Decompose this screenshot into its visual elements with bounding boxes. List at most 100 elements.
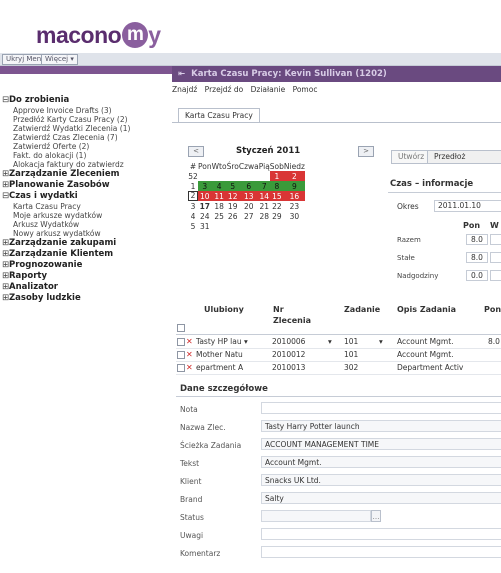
- nav-section-todo[interactable]: ⊟Do zrobienia: [2, 95, 172, 106]
- calendar-day[interactable]: 22: [270, 201, 284, 211]
- note-field[interactable]: [261, 402, 501, 414]
- nav-section[interactable]: ⊞Planowanie Zasobów: [2, 180, 172, 191]
- calendar-day[interactable]: 12: [226, 191, 239, 201]
- menu-help[interactable]: Pomoc: [293, 85, 318, 94]
- nav-section[interactable]: ⊞Zasoby ludzkie: [2, 293, 172, 304]
- calendar-prev-button[interactable]: <: [188, 146, 204, 157]
- tab-timesheet[interactable]: Karta Czasu Pracy: [178, 108, 260, 123]
- nav-section[interactable]: ⊞Raporty: [2, 271, 172, 282]
- nav-item[interactable]: Approve Invoice Drafts (3): [2, 106, 172, 115]
- calendar-day[interactable]: 5: [226, 181, 239, 191]
- row-checkbox[interactable]: [177, 351, 185, 359]
- remarks-field[interactable]: [261, 528, 501, 540]
- more-button[interactable]: Więcej ▾: [41, 54, 78, 65]
- table-row[interactable]: ✕ Tasty HP lau ▾ 2010006 ▾ 101 ▾ Account…: [176, 336, 501, 349]
- collapse-arrow-icon[interactable]: ⇤: [178, 69, 185, 79]
- task-number[interactable]: 302: [344, 362, 384, 374]
- create-button[interactable]: Utwórz: [391, 150, 432, 164]
- calendar-day[interactable]: 11: [211, 191, 227, 201]
- calendar-day[interactable]: 21: [259, 201, 270, 211]
- row-checkbox[interactable]: [177, 364, 185, 372]
- menu-find[interactable]: Znajdź: [172, 85, 197, 94]
- calendar-day[interactable]: 10: [198, 191, 212, 201]
- calendar-day[interactable]: 8: [269, 181, 284, 191]
- chevron-down-icon[interactable]: ▾: [379, 336, 389, 348]
- col-task-description[interactable]: Opis Zadania: [397, 304, 456, 315]
- favorite-dropdown[interactable]: epartment A: [196, 362, 268, 374]
- job-number[interactable]: 2010012: [272, 349, 332, 361]
- submit-button[interactable]: Przedłoż: [427, 150, 501, 164]
- nav-item[interactable]: Przedłóż Karty Czasu Pracy (2): [2, 115, 172, 124]
- menu-goto[interactable]: Przejdź do: [205, 85, 244, 94]
- calendar-day[interactable]: 19: [227, 201, 239, 211]
- chevron-down-icon[interactable]: ▾: [328, 336, 338, 348]
- table-row[interactable]: ✕ epartment A 2010013 302 Department Act…: [176, 362, 501, 375]
- nav-item[interactable]: Karta Czasu Pracy: [2, 202, 172, 211]
- nav-item[interactable]: Alokacja faktury do zatwierdz: [2, 160, 172, 169]
- calendar-day[interactable]: 26: [227, 211, 239, 221]
- menu-action[interactable]: Działanie: [251, 85, 286, 94]
- calendar-day[interactable]: 28: [259, 211, 270, 221]
- nav-section[interactable]: ⊞Prognozowanie: [2, 260, 172, 271]
- calendar-day[interactable]: 13: [238, 191, 259, 201]
- favorite-dropdown[interactable]: Tasty HP lau ▾: [196, 336, 268, 348]
- calendar-day[interactable]: 27: [239, 211, 259, 221]
- delete-row-icon[interactable]: ✕: [186, 349, 193, 361]
- calendar-day[interactable]: 25: [212, 211, 227, 221]
- col-favorite[interactable]: Ulubiony: [204, 304, 244, 315]
- nav-section-time[interactable]: ⊟Czas i wydatki: [2, 191, 172, 202]
- calendar-day[interactable]: 9: [283, 181, 305, 191]
- nav-section[interactable]: ⊞Analizator: [2, 282, 172, 293]
- calendar-day[interactable]: 14: [258, 191, 270, 201]
- col-job-number[interactable]: Nr Zlecenia: [273, 304, 311, 326]
- nav-item[interactable]: Moje arkusze wydatków: [2, 211, 172, 220]
- week-number[interactable]: 52: [188, 171, 198, 181]
- nav-item[interactable]: Arkusz Wydatków: [2, 220, 172, 229]
- job-number[interactable]: 2010006: [272, 336, 332, 348]
- col-task[interactable]: Zadanie: [344, 304, 380, 315]
- calendar-day[interactable]: 6: [238, 181, 259, 191]
- calendar-day[interactable]: 7: [258, 181, 270, 191]
- favorite-dropdown[interactable]: Mother Natu: [196, 349, 268, 361]
- calendar-day[interactable]: 30: [284, 211, 305, 221]
- task-number[interactable]: 101: [344, 349, 384, 361]
- delete-row-icon[interactable]: ✕: [186, 336, 193, 348]
- nav-section[interactable]: ⊞Zarządzanie Zleceniem: [2, 169, 172, 180]
- calendar-day[interactable]: 2: [283, 171, 305, 181]
- week-number[interactable]: 1: [188, 181, 198, 191]
- period-field[interactable]: 2011.01.10: [434, 200, 501, 212]
- nav-item[interactable]: Nowy arkusz wydatków: [2, 229, 172, 238]
- calendar-day[interactable]: 15: [269, 191, 284, 201]
- nav-section[interactable]: ⊞Zarządzanie zakupami: [2, 238, 172, 249]
- col-monday[interactable]: Pon: [484, 304, 501, 315]
- select-all-checkbox[interactable]: [177, 324, 185, 332]
- calendar-day[interactable]: 18: [212, 201, 227, 211]
- calendar-day[interactable]: 20: [239, 201, 259, 211]
- task-number[interactable]: 101: [344, 336, 384, 348]
- comment-field[interactable]: [261, 546, 501, 558]
- nav-item[interactable]: Fakt. do alokacji (1): [2, 151, 172, 160]
- week-number[interactable]: 3: [188, 201, 198, 211]
- calendar-day[interactable]: 1: [269, 171, 284, 181]
- nav-item[interactable]: Zatwierdź Wydatki Zlecenia (1): [2, 124, 172, 133]
- delete-row-icon[interactable]: ✕: [186, 362, 193, 374]
- calendar-day[interactable]: 3: [198, 181, 212, 191]
- calendar-day[interactable]: 16: [283, 191, 305, 201]
- nav-item[interactable]: Zatwierdź Czas Zlecenia (7): [2, 133, 172, 142]
- status-field[interactable]: [261, 510, 371, 522]
- week-number[interactable]: 4: [188, 211, 198, 221]
- week-number[interactable]: 5: [188, 221, 198, 231]
- calendar-day[interactable]: 4: [211, 181, 227, 191]
- job-number[interactable]: 2010013: [272, 362, 332, 374]
- calendar-day[interactable]: 31: [198, 221, 212, 231]
- calendar-next-button[interactable]: >: [358, 146, 374, 157]
- nav-section[interactable]: ⊞Zarządzanie Klientem: [2, 249, 172, 260]
- status-lookup-button[interactable]: …: [371, 510, 381, 522]
- table-row[interactable]: ✕ Mother Natu 2010012 101 Account Mgmt.: [176, 349, 501, 362]
- week-number-selected[interactable]: 2: [188, 191, 198, 201]
- nav-item[interactable]: Zatwierdź Oferte (2): [2, 142, 172, 151]
- calendar-day-today[interactable]: 17: [198, 201, 212, 211]
- calendar-day[interactable]: 23: [284, 201, 305, 211]
- calendar-day[interactable]: 29: [270, 211, 284, 221]
- monday-hours[interactable]: 8.0: [488, 336, 501, 348]
